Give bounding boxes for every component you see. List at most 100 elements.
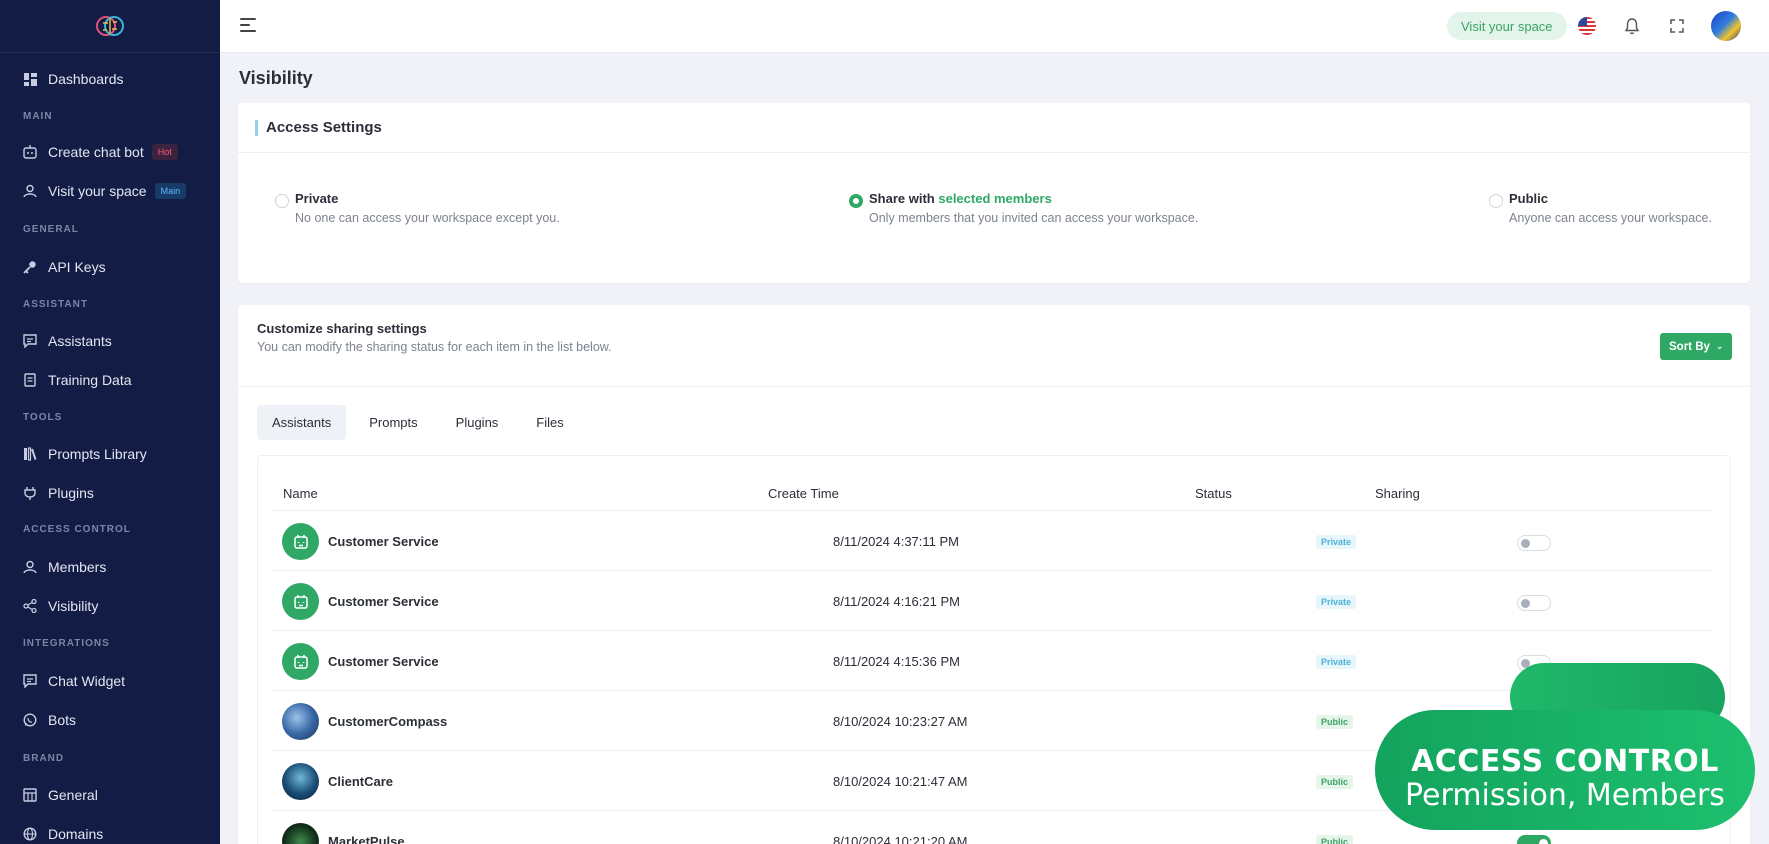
sidebar-item-label: Assistants	[48, 333, 112, 349]
brain-logo[interactable]	[0, 0, 220, 53]
tab-plugins[interactable]: Plugins	[441, 405, 514, 440]
sidebar-item-plugins[interactable]: Plugins	[22, 482, 94, 504]
sort-by-label: Sort By	[1669, 340, 1710, 353]
sidebar-section-access-control: ACCESS CONTROL	[23, 524, 131, 535]
sidebar-item-bots[interactable]: Bots	[22, 709, 76, 731]
avatar[interactable]	[1711, 11, 1741, 41]
column-header-sharing[interactable]: Sharing	[1375, 486, 1420, 501]
sidebar-item-visibility[interactable]: Visibility	[22, 595, 98, 617]
option-title: Private	[295, 191, 339, 206]
sidebar-item-label: Plugins	[48, 485, 94, 501]
row-time: 8/11/2024 4:15:36 PM	[833, 654, 960, 669]
whatsapp-icon	[22, 712, 38, 728]
library-icon	[22, 446, 38, 462]
row-name: MarketPulse	[328, 834, 405, 844]
row-time: 8/10/2024 10:23:27 AM	[833, 714, 968, 729]
column-header-create-time[interactable]: Create Time	[768, 486, 839, 501]
promo-line-1: ACCESS CONTROL	[1411, 744, 1719, 779]
tab-prompts[interactable]: Prompts	[354, 405, 432, 440]
sidebar-section-brand: BRAND	[23, 753, 65, 764]
radio-public[interactable]	[1489, 194, 1503, 208]
radio-selected-members[interactable]	[849, 194, 863, 208]
sidebar-item-chat-widget[interactable]: Chat Widget	[22, 670, 125, 692]
sidebar-item-label: Training Data	[48, 372, 132, 388]
sidebar-item-label: API Keys	[48, 259, 106, 275]
bell-icon[interactable]	[1622, 16, 1642, 36]
sidebar-item-label: Prompts Library	[48, 446, 147, 462]
row-time: 8/10/2024 10:21:20 AM	[833, 834, 968, 844]
sidebar-item-label: Domains	[48, 826, 104, 842]
fullscreen-icon[interactable]	[1667, 16, 1687, 36]
assistant-avatar	[282, 703, 319, 740]
access-settings-header: Access Settings	[238, 103, 1750, 153]
status-badge: Public	[1316, 715, 1354, 729]
sidebar-section-general: GENERAL	[23, 224, 79, 235]
row-name: Customer Service	[328, 654, 439, 669]
sharing-tabs: Assistants Prompts Plugins Files	[257, 405, 587, 440]
bot-icon	[282, 523, 319, 560]
sidebar-item-create-chat-bot[interactable]: Create chat bot Hot	[22, 141, 178, 163]
accent-bar	[255, 119, 258, 136]
row-time: 8/10/2024 10:21:47 AM	[833, 774, 968, 789]
sidebar: Dashboards MAIN Create chat bot Hot Visi…	[0, 0, 220, 844]
chat-icon	[22, 333, 38, 349]
tab-assistants[interactable]: Assistants	[257, 405, 347, 440]
sidebar-item-prompts-library[interactable]: Prompts Library	[22, 443, 147, 465]
plug-icon	[22, 485, 38, 501]
building-icon	[22, 787, 38, 803]
row-time: 8/11/2024 4:37:11 PM	[833, 534, 960, 549]
access-settings-title: Access Settings	[266, 119, 382, 136]
row-name: CustomerCompass	[328, 714, 448, 729]
radio-private[interactable]	[275, 194, 289, 208]
share-icon	[22, 598, 38, 614]
column-header-status[interactable]: Status	[1195, 486, 1232, 501]
row-name: Customer Service	[328, 534, 439, 549]
bot-icon	[22, 144, 38, 160]
bot-icon	[282, 583, 319, 620]
topbar: Visit your space	[220, 0, 1769, 53]
access-option-selected-members[interactable]: Share with selected members Only members…	[849, 191, 1198, 225]
access-option-private[interactable]: Private No one can access your workspace…	[275, 191, 560, 225]
sort-by-button[interactable]: Sort By ⌄	[1660, 333, 1733, 360]
key-icon	[22, 259, 38, 275]
brain-logo-icon	[96, 16, 124, 36]
tab-files[interactable]: Files	[521, 405, 578, 440]
status-badge: Private	[1316, 655, 1357, 669]
dashboard-icon	[22, 71, 38, 87]
promo-line-2: Permission, Members	[1405, 778, 1725, 813]
us-flag-icon[interactable]	[1577, 16, 1597, 36]
sidebar-item-label: Visibility	[48, 598, 99, 614]
user-icon	[22, 183, 38, 199]
sharing-toggle[interactable]	[1517, 835, 1551, 844]
promo-badge: ACCESS CONTROL Permission, Members	[1375, 710, 1755, 830]
sidebar-item-visit-your-space[interactable]: Visit your space Main	[22, 180, 187, 202]
sidebar-section-tools: TOOLS	[23, 412, 63, 423]
sidebar-item-label: Members	[48, 559, 107, 575]
sidebar-item-domains[interactable]: Domains	[22, 823, 103, 844]
sidebar-item-members[interactable]: Members	[22, 556, 106, 578]
table-row: Customer Service 8/11/2024 4:16:21 PM Pr…	[272, 570, 1712, 630]
visit-your-space-button[interactable]: Visit your space	[1447, 12, 1567, 40]
sharing-toggle[interactable]	[1517, 535, 1551, 551]
sidebar-item-label: Chat Widget	[48, 673, 126, 689]
sidebar-item-training-data[interactable]: Training Data	[22, 369, 132, 391]
document-icon	[22, 372, 38, 388]
sidebar-item-api-keys[interactable]: API Keys	[22, 256, 106, 278]
column-header-name[interactable]: Name	[283, 486, 318, 501]
page-title: Visibility	[239, 68, 313, 88]
sidebar-item-dashboards[interactable]: Dashboards	[22, 68, 124, 90]
sidebar-item-label: Bots	[48, 712, 77, 728]
sidebar-item-label: Visit your space	[48, 183, 147, 199]
sidebar-item-assistants[interactable]: Assistants	[22, 330, 112, 352]
row-name: Customer Service	[328, 594, 439, 609]
option-desc: No one can access your workspace except …	[295, 211, 560, 225]
menu-icon[interactable]	[240, 18, 256, 32]
sidebar-item-general[interactable]: General	[22, 784, 98, 806]
sharing-toggle[interactable]	[1517, 595, 1551, 611]
bot-icon	[282, 643, 319, 680]
row-time: 8/11/2024 4:16:21 PM	[833, 594, 960, 609]
access-option-public[interactable]: Public Anyone can access your workspace.	[1489, 191, 1712, 225]
user-icon	[22, 559, 38, 575]
sidebar-section-integrations: INTEGRATIONS	[23, 638, 110, 649]
status-badge: Private	[1316, 535, 1357, 549]
